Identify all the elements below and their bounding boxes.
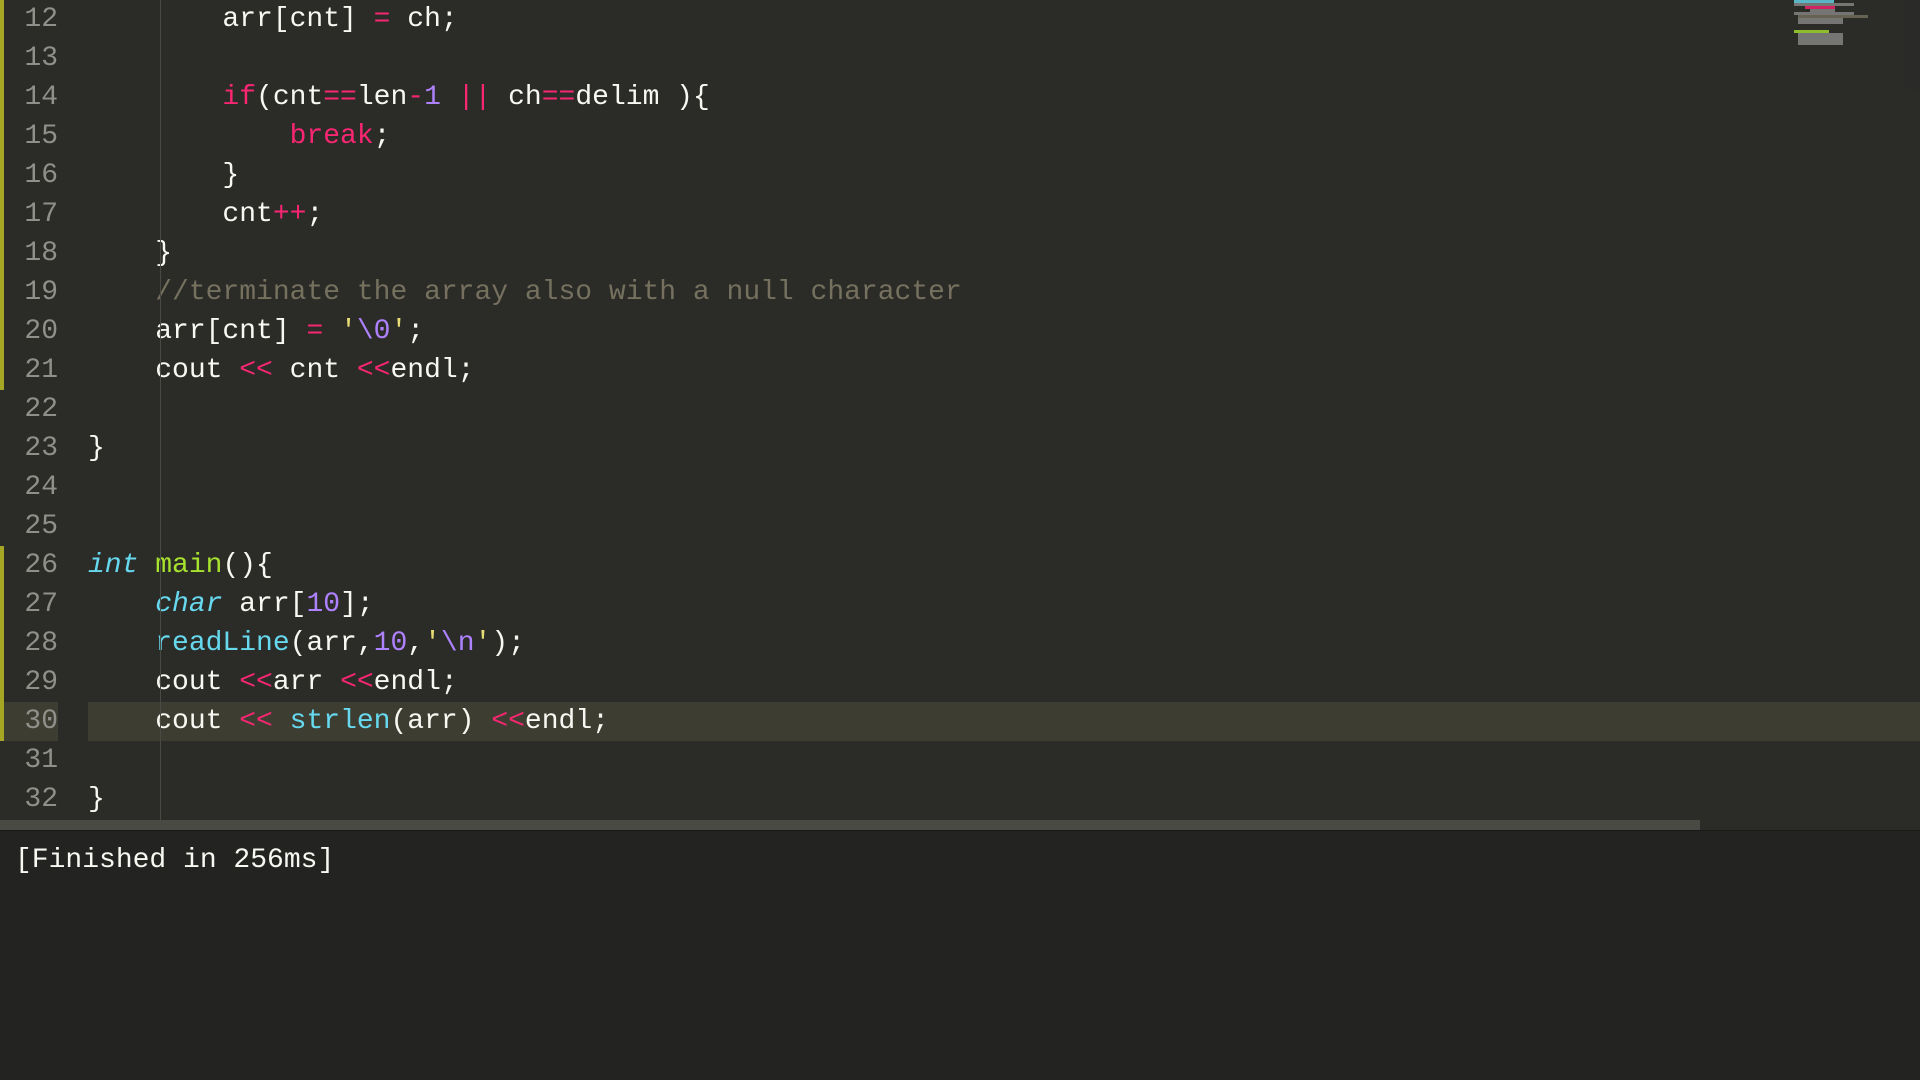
line-number: 25 bbox=[0, 507, 58, 546]
line-number: 12 bbox=[0, 0, 58, 39]
code-line[interactable] bbox=[88, 468, 1920, 507]
line-number: 17 bbox=[0, 195, 58, 234]
code-line[interactable]: cout << cnt <<endl; bbox=[88, 351, 1920, 390]
code-line[interactable] bbox=[88, 39, 1920, 78]
code-line[interactable]: break; bbox=[88, 117, 1920, 156]
code-line[interactable]: if(cnt==len-1 || ch==delim ){ bbox=[88, 78, 1920, 117]
code-line[interactable]: cout <<arr <<endl; bbox=[88, 663, 1920, 702]
code-line[interactable]: int main(){ bbox=[88, 546, 1920, 585]
line-number: 20 bbox=[0, 312, 58, 351]
line-number: 13 bbox=[0, 39, 58, 78]
code-line[interactable]: } bbox=[88, 429, 1920, 468]
line-number: 19 bbox=[0, 273, 58, 312]
code-area[interactable]: arr[cnt] = ch; if(cnt==len-1 || ch==deli… bbox=[68, 0, 1920, 820]
horizontal-scrollbar[interactable] bbox=[0, 820, 1920, 830]
line-number: 29 bbox=[0, 663, 58, 702]
line-number-gutter: 1213141516171819202122232425262728293031… bbox=[0, 0, 68, 820]
code-line[interactable]: //terminate the array also with a null c… bbox=[88, 273, 1920, 312]
line-number: 30 bbox=[0, 702, 58, 741]
line-number: 32 bbox=[0, 780, 58, 819]
line-number: 18 bbox=[0, 234, 58, 273]
code-editor[interactable]: 1213141516171819202122232425262728293031… bbox=[0, 0, 1920, 820]
fold-guide bbox=[160, 0, 161, 820]
line-number: 21 bbox=[0, 351, 58, 390]
line-number: 26 bbox=[0, 546, 58, 585]
line-number: 24 bbox=[0, 468, 58, 507]
code-line[interactable]: } bbox=[88, 156, 1920, 195]
build-status-text: [Finished in 256ms] bbox=[15, 841, 1905, 880]
code-line[interactable]: readLine(arr,10,'\n'); bbox=[88, 624, 1920, 663]
line-number: 22 bbox=[0, 390, 58, 429]
minimap[interactable] bbox=[1790, 0, 1920, 90]
line-number: 23 bbox=[0, 429, 58, 468]
code-line[interactable] bbox=[88, 741, 1920, 780]
scrollbar-thumb[interactable] bbox=[0, 820, 1700, 830]
line-number: 14 bbox=[0, 78, 58, 117]
build-output-panel[interactable]: [Finished in 256ms] bbox=[0, 830, 1920, 1080]
line-number: 28 bbox=[0, 624, 58, 663]
code-line[interactable]: cout << strlen(arr) <<endl; bbox=[88, 702, 1920, 741]
code-line[interactable]: char arr[10]; bbox=[88, 585, 1920, 624]
line-number: 27 bbox=[0, 585, 58, 624]
code-line[interactable]: } bbox=[88, 780, 1920, 819]
code-line[interactable] bbox=[88, 390, 1920, 429]
code-line[interactable]: arr[cnt] = '\0'; bbox=[88, 312, 1920, 351]
code-line[interactable]: arr[cnt] = ch; bbox=[88, 0, 1920, 39]
line-number: 31 bbox=[0, 741, 58, 780]
line-number: 16 bbox=[0, 156, 58, 195]
line-number: 15 bbox=[0, 117, 58, 156]
code-line[interactable] bbox=[88, 507, 1920, 546]
code-line[interactable]: cnt++; bbox=[88, 195, 1920, 234]
code-line[interactable]: } bbox=[88, 234, 1920, 273]
